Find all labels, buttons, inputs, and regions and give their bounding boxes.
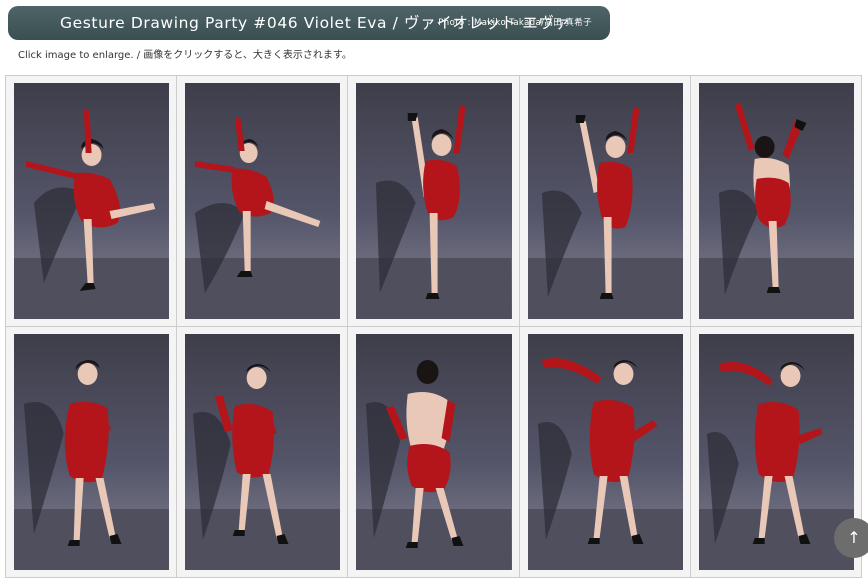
gallery-photo-2[interactable] xyxy=(185,83,341,319)
page-header: Gesture Drawing Party #046 Violet Eva / … xyxy=(8,6,610,40)
gallery-cell xyxy=(348,327,520,578)
gallery-photo-4[interactable] xyxy=(527,83,683,319)
gallery-photo-1[interactable] xyxy=(14,83,170,319)
gallery-photo-5[interactable] xyxy=(698,83,854,319)
gallery-photo-7[interactable] xyxy=(185,334,341,570)
gallery-photo-9[interactable] xyxy=(527,334,683,570)
back-to-top-button[interactable]: ↑ xyxy=(834,518,868,558)
gallery-cell xyxy=(177,76,349,327)
photo-gallery xyxy=(5,75,862,578)
gallery-photo-6[interactable] xyxy=(14,334,170,570)
gallery-photo-10[interactable] xyxy=(698,334,854,570)
gallery-photo-3[interactable] xyxy=(356,83,512,319)
photo-credit: Photo : Makiko Takada/高田 真希子 xyxy=(438,18,592,28)
gallery-cell xyxy=(519,327,691,578)
gallery-cell xyxy=(6,76,178,327)
gallery-photo-8[interactable] xyxy=(356,334,512,570)
gallery-cell xyxy=(177,327,349,578)
gallery-cell xyxy=(690,76,862,327)
enlarge-hint: Click image to enlarge. / 画像をクリックすると、大きく… xyxy=(18,50,352,61)
arrow-up-icon: ↑ xyxy=(847,528,861,547)
gallery-cell xyxy=(6,327,178,578)
gallery-cell xyxy=(348,76,520,327)
gallery-cell xyxy=(519,76,691,327)
